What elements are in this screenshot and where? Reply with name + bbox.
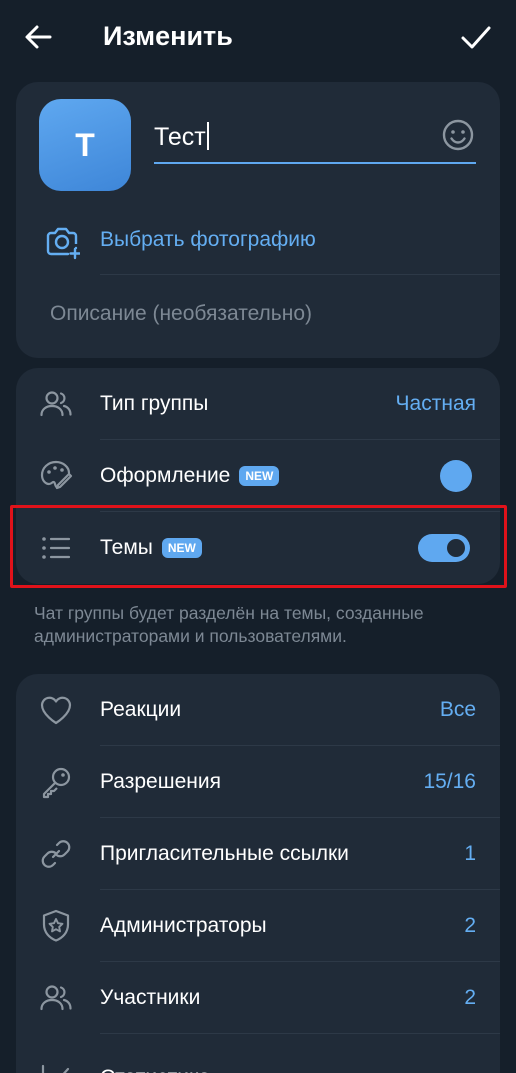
avatar-letter: Т	[75, 126, 95, 163]
choose-photo-label: Выбрать фотографию	[100, 228, 316, 251]
group-name-input[interactable]: Тест	[154, 118, 476, 164]
users-icon	[40, 391, 72, 417]
admins-label: Администраторы	[100, 914, 267, 937]
permissions-label: Разрешения	[100, 770, 221, 793]
palette-icon	[40, 460, 73, 490]
appearance-text: Оформление	[100, 464, 231, 487]
shield-star-icon	[42, 909, 70, 942]
topics-label: Темы NEW	[100, 534, 202, 562]
members-row[interactable]: Участники 2	[16, 962, 500, 1034]
link-icon	[41, 840, 71, 868]
statistics-label: Статистика	[100, 1064, 210, 1073]
permissions-value: 15/16	[423, 770, 476, 793]
topics-toggle[interactable]	[418, 534, 470, 562]
arrow-left-icon[interactable]	[22, 20, 56, 54]
divider	[100, 1033, 500, 1034]
admins-value: 2	[464, 914, 476, 937]
appearance-color-dot[interactable]	[440, 460, 472, 492]
divider	[100, 274, 500, 275]
profile-card: Т Тест Выбрать фотографию Описание (необ…	[16, 82, 500, 358]
members-value: 2	[464, 986, 476, 1009]
group-settings-card: Тип группы Частная Оформление NEW Темы N…	[16, 368, 500, 584]
heart-icon	[40, 696, 72, 725]
camera-add-icon	[46, 227, 80, 260]
invite-links-value: 1	[464, 842, 476, 865]
group-avatar[interactable]: Т	[39, 99, 131, 191]
invite-links-label: Пригласительные ссылки	[100, 842, 349, 865]
top-bar: Изменить	[0, 0, 516, 72]
toggle-knob	[444, 536, 468, 560]
group-type-value: Частная	[395, 392, 476, 415]
description-input[interactable]: Описание (необязательно)	[50, 300, 312, 328]
topics-text: Темы	[100, 536, 153, 559]
choose-photo-button[interactable]: Выбрать фотографию	[16, 214, 500, 274]
appearance-label: Оформление NEW	[100, 462, 280, 490]
statistics-row[interactable]: Статистика	[16, 1042, 500, 1073]
admins-row[interactable]: Администраторы 2	[16, 890, 500, 962]
topics-hint: Чат группы будет разделён на темы, созда…	[34, 603, 424, 646]
new-badge: NEW	[239, 466, 280, 486]
reactions-value: Все	[439, 698, 476, 721]
list-icon	[42, 537, 71, 559]
stats-icon	[41, 1064, 70, 1073]
invite-links-row[interactable]: Пригласительные ссылки 1	[16, 818, 500, 890]
users-icon	[40, 985, 72, 1011]
management-card: Реакции Все Разрешения 15/16 Пригласител…	[16, 674, 500, 1073]
permissions-row[interactable]: Разрешения 15/16	[16, 746, 500, 818]
text-caret	[206, 122, 209, 150]
reactions-row[interactable]: Реакции Все	[16, 674, 500, 746]
group-type-row[interactable]: Тип группы Частная	[16, 368, 500, 440]
key-icon	[42, 767, 71, 799]
new-badge: NEW	[161, 538, 202, 558]
topics-row[interactable]: Темы NEW	[16, 512, 500, 584]
reactions-label: Реакции	[100, 698, 182, 721]
appearance-row[interactable]: Оформление NEW	[16, 440, 500, 512]
page-title: Изменить	[103, 21, 233, 51]
group-name-value: Тест	[154, 123, 206, 151]
group-type-label: Тип группы	[100, 392, 209, 415]
check-icon[interactable]	[458, 20, 494, 54]
members-label: Участники	[100, 986, 201, 1009]
smile-icon[interactable]	[441, 118, 475, 152]
